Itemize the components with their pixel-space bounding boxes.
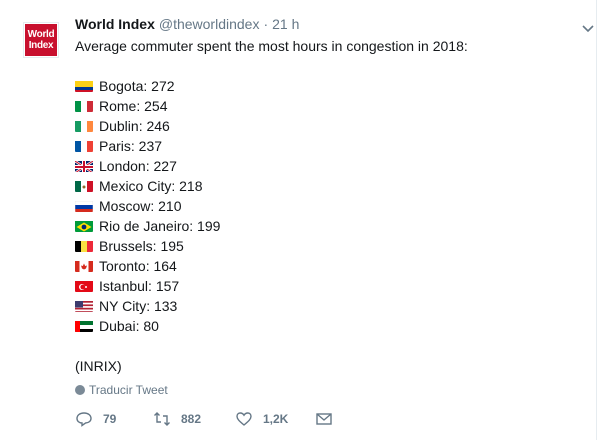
tweet-header: World Index @theworldindex · 21 h: [75, 16, 580, 36]
chevron-down-icon[interactable]: [582, 22, 594, 34]
like-count: 1,2K: [263, 412, 289, 426]
tweet-card: World Index World Index @theworldindex ·…: [0, 0, 597, 440]
retweet-count: 882: [181, 412, 202, 426]
list-item-label: Bogota: 272: [99, 78, 175, 94]
flag-mexico-icon: [75, 180, 93, 192]
flag-canada-icon: [75, 260, 93, 272]
flag-ireland-icon: [75, 120, 93, 132]
list-item: Brussels: 195: [75, 236, 580, 256]
flag-belgium-icon: [75, 240, 93, 252]
avatar[interactable]: World Index: [23, 22, 59, 58]
like-button[interactable]: 1,2K: [235, 410, 315, 428]
list-item-label: Brussels: 195: [99, 238, 184, 254]
tweet-content: World Index @theworldindex · 21 h Averag…: [75, 16, 580, 376]
list-item: Dublin: 246: [75, 116, 580, 136]
world-index-logo: World Index: [25, 24, 57, 56]
tweet-actions: 79 882 1,2K: [75, 410, 333, 428]
list-item: Moscow: 210: [75, 196, 580, 216]
reply-icon: [76, 412, 92, 427]
city-list: Bogota: 272 Rome: 254 Dublin: 246 Paris: 23…: [75, 76, 580, 336]
list-item-label: Rome: 254: [99, 98, 168, 114]
list-item: London: 227: [75, 156, 580, 176]
list-item: Rio de Janeiro: 199: [75, 216, 580, 236]
list-item: Dubai: 80: [75, 316, 580, 336]
retweet-icon: [154, 412, 170, 426]
translate-tweet-link[interactable]: Traducir Tweet: [75, 383, 168, 397]
flag-russia-icon: [75, 200, 93, 212]
reply-button[interactable]: 79: [75, 410, 153, 428]
list-item-label: NY City: 133: [99, 298, 178, 314]
globe-icon: [75, 385, 85, 395]
list-item: Mexico City: 218: [75, 176, 580, 196]
flag-italy-icon: [75, 100, 93, 112]
list-item-label: Istanbul: 157: [99, 278, 180, 294]
list-item-label: Toronto: 164: [99, 258, 177, 274]
flag-france-icon: [75, 140, 93, 152]
list-item-label: Dublin: 246: [99, 118, 170, 134]
timestamp[interactable]: 21 h: [272, 16, 299, 32]
source-text: (INRIX): [75, 358, 122, 374]
list-item-label: Paris: 237: [99, 138, 163, 154]
flag-turkey-icon: [75, 280, 93, 292]
author-handle[interactable]: @theworldindex: [159, 16, 260, 32]
list-item-label: London: 227: [99, 158, 177, 174]
flag-brazil-icon: [75, 220, 93, 232]
flag-usa-icon: [75, 300, 93, 312]
retweet-button[interactable]: 882: [153, 410, 235, 428]
logo-text-world: World: [27, 29, 55, 40]
list-item: Rome: 254: [75, 96, 580, 116]
separator-dot: ·: [263, 16, 269, 32]
list-item: Istanbul: 157: [75, 276, 580, 296]
flag-colombia-icon: [75, 80, 93, 92]
list-item: Bogota: 272: [75, 76, 580, 96]
reply-count: 79: [103, 412, 117, 426]
list-item-label: Rio de Janeiro: 199: [99, 218, 221, 234]
list-item-label: Moscow: 210: [99, 198, 182, 214]
list-item: Paris: 237: [75, 136, 580, 156]
tweet-text: Average commuter spent the most hours in…: [75, 38, 468, 54]
flag-uae-icon: [75, 320, 93, 332]
list-item-label: Dubai: 80: [99, 318, 159, 334]
logo-text-index: Index: [28, 40, 54, 51]
direct-message-button[interactable]: [315, 410, 333, 428]
list-item-label: Mexico City: 218: [99, 178, 203, 194]
list-item: Toronto: 164: [75, 256, 580, 276]
envelope-icon: [316, 413, 332, 425]
flag-uk-icon: [75, 160, 93, 172]
translate-label: Traducir Tweet: [89, 383, 168, 397]
author-name[interactable]: World Index: [75, 16, 155, 32]
heart-icon: [236, 412, 252, 426]
list-item: NY City: 133: [75, 296, 580, 316]
